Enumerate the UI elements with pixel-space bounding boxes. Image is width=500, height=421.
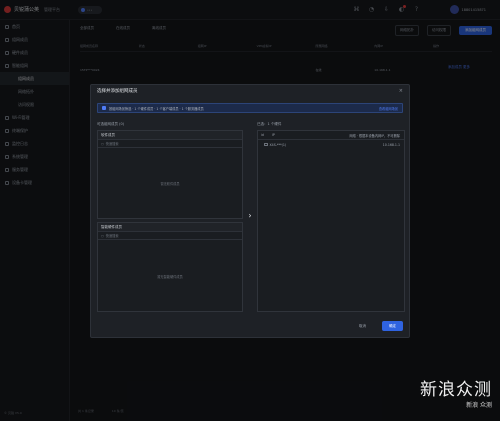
hardware-members-panel: 智能硬件成员 ○ 快速搜索 暂无智能硬件成员 — [97, 222, 243, 312]
watermark: 新浪众测 新浪 众测 — [420, 375, 492, 409]
selected-table-header: id IP 网络 · 根据本设备内网IP，不可删除 — [258, 131, 404, 140]
selected-list: X4S-***(1) 10.168.1.1 — [258, 140, 404, 149]
dialog-header: 选择并添加组网成员 × — [91, 85, 409, 97]
search-icon: ○ — [101, 141, 104, 146]
software-empty-state: 暂无软件成员 — [160, 182, 180, 186]
cancel-button[interactable]: 取消 — [353, 322, 372, 331]
software-search-placeholder: 快速搜索 — [105, 142, 119, 146]
dialog-title: 选择并添加组网成员 — [97, 89, 138, 94]
selected-col-ip: IP — [271, 133, 275, 137]
search-icon: ○ — [101, 233, 104, 238]
selected-item[interactable]: X4S-***(1) 10.168.1.1 — [258, 140, 404, 149]
selected-item-ip: 10.168.1.1 — [382, 142, 400, 147]
dialog-footer: 取消 确定 — [353, 321, 403, 331]
checkbox[interactable] — [264, 142, 268, 147]
hardware-section-title: 智能硬件成员 — [98, 223, 242, 232]
software-search-input[interactable]: ○ 快速搜索 — [98, 140, 242, 148]
close-icon[interactable]: × — [399, 88, 403, 94]
right-panel-title: 已选：1 个硬件 — [257, 122, 282, 126]
scene-notice-text: 按组网场景筛选 · 1 个硬件成员 · 1 个客户端成员 · 1 个服务器成员 — [109, 106, 204, 111]
hardware-search-input[interactable]: ○ 快速搜索 — [98, 232, 242, 240]
software-members-panel: 软件成员 ○ 快速搜索 暂无软件成员 — [97, 130, 243, 219]
watermark-main: 新浪众测 — [420, 380, 492, 400]
selected-item-name: X4S-***(1) — [269, 142, 287, 147]
selected-col-network: 网络 · 根据本设备内网IP，不可删除 — [349, 133, 400, 138]
scene-notice: 按组网场景筛选 · 1 个硬件成员 · 1 个客户端成员 · 1 个服务器成员 … — [97, 103, 403, 113]
confirm-button[interactable]: 确定 — [382, 321, 403, 331]
hardware-empty-state: 暂无智能硬件成员 — [157, 274, 183, 279]
left-panel-title: 可选组网成员 (0) — [97, 122, 125, 126]
transfer-arrow-icon[interactable]: › — [246, 211, 254, 220]
selected-members-panel: id IP 网络 · 根据本设备内网IP，不可删除 X4S-***(1) 10.1… — [257, 130, 405, 312]
hardware-search-placeholder: 快速搜索 — [105, 234, 119, 238]
watermark-sub: 新浪 众测 — [466, 402, 492, 409]
info-icon — [102, 106, 106, 110]
software-section-title: 软件成员 — [98, 131, 242, 140]
scene-notice-link[interactable]: 查看组网场景 — [379, 106, 398, 111]
selected-col-id: id — [261, 133, 264, 137]
